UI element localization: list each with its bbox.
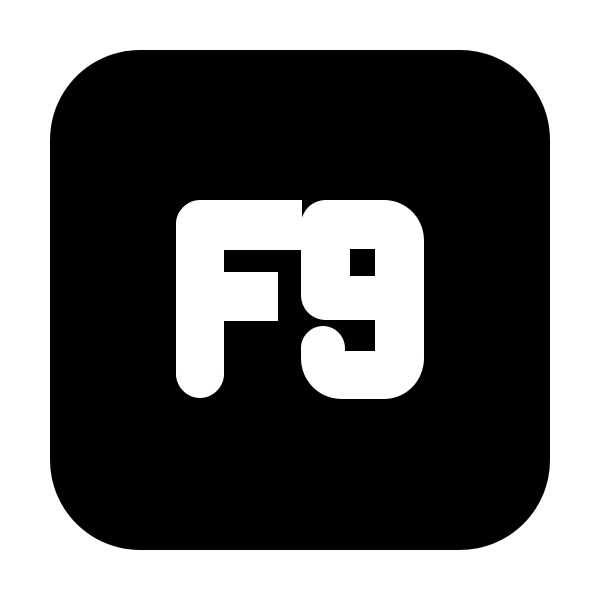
digit-9-glyph xyxy=(301,200,424,399)
key-cap-shape xyxy=(50,50,550,550)
icon-canvas xyxy=(0,0,600,600)
f9-key-icon xyxy=(50,50,550,550)
